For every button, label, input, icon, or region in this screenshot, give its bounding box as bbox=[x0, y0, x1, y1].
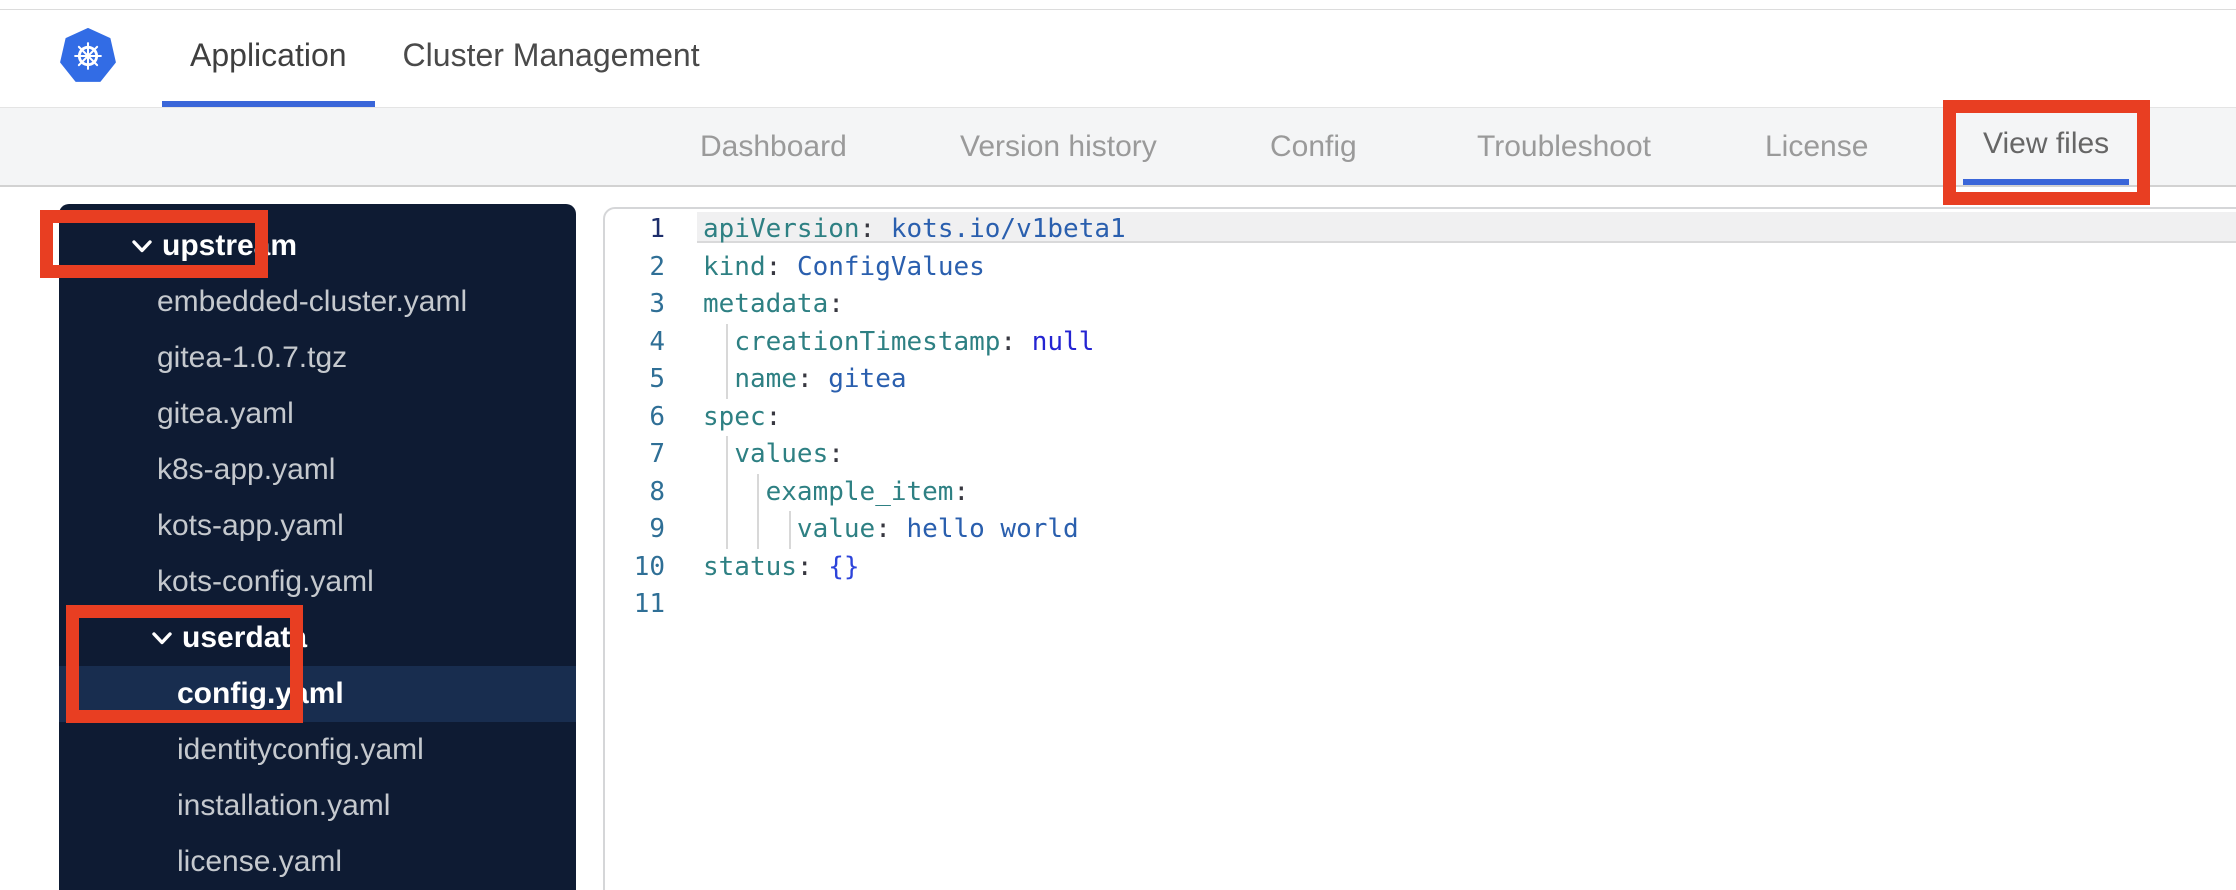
token-colon: : bbox=[828, 289, 844, 319]
line-number: 10 bbox=[633, 551, 665, 582]
tree-file-installation-yaml[interactable]: installation.yaml bbox=[59, 778, 576, 834]
token-ws bbox=[703, 514, 797, 544]
token-colon: : bbox=[1000, 326, 1032, 357]
token-colon: : bbox=[828, 439, 844, 469]
tree-item-label: userdata bbox=[182, 621, 308, 654]
token-value: hello world bbox=[906, 514, 1079, 544]
file-tree: upstream embedded-cluster.yaml gitea-1.0.7… bbox=[59, 204, 576, 890]
token-key: apiVersion bbox=[703, 214, 860, 244]
app-subnav: Dashboard Version history Config Troublesho… bbox=[0, 107, 2236, 187]
token-colon: : bbox=[765, 401, 782, 432]
token-keyword: null bbox=[1031, 326, 1095, 357]
tree-item-label: kots-app.yaml bbox=[157, 509, 344, 542]
tree-item-label: installation.yaml bbox=[177, 789, 391, 822]
line-number: 6 bbox=[649, 401, 665, 432]
tree-file-gitea-yaml[interactable]: gitea.yaml bbox=[59, 386, 576, 442]
subnav-tab-config[interactable]: Config bbox=[1270, 108, 1357, 185]
code-line-2: kind: ConfigValues bbox=[703, 249, 2236, 287]
line-number: 4 bbox=[649, 326, 665, 357]
token-key: values bbox=[734, 439, 829, 469]
tree-item-label: k8s-app.yaml bbox=[157, 453, 336, 486]
tree-item-label: license.yaml bbox=[177, 845, 343, 878]
token-key: metadata bbox=[703, 289, 829, 319]
token-colon: : bbox=[765, 251, 797, 282]
tree-file-config-yaml[interactable]: config.yaml bbox=[59, 666, 576, 722]
code-line-6: spec: bbox=[703, 399, 2236, 437]
line-number: 5 bbox=[649, 364, 665, 394]
code-line-5: name: gitea bbox=[703, 361, 2236, 399]
tree-file-identityconfig-yaml[interactable]: identityconfig.yaml bbox=[59, 722, 576, 778]
token-key: creationTimestamp bbox=[734, 326, 1001, 357]
tree-item-label: config.yaml bbox=[177, 677, 344, 710]
code-line-10: status: {} bbox=[703, 549, 2236, 587]
tree-file-kots-app-yaml[interactable]: kots-app.yaml bbox=[59, 498, 576, 554]
token-key: status bbox=[703, 551, 797, 582]
token-key: kind bbox=[703, 251, 766, 282]
tree-item-label: kots-config.yaml bbox=[157, 565, 374, 598]
code-line-8: example_item: bbox=[703, 473, 2236, 511]
code-editor: 1 2 3 4 5 6 7 8 9 10 11 apiVersion: kots.io/v1beta… bbox=[603, 207, 2236, 890]
subnav-tab-version-history[interactable]: Version history bbox=[960, 108, 1157, 185]
editor-code-area[interactable]: apiVersion: kots.io/v1beta1 kind: ConfigV… bbox=[693, 209, 2236, 890]
subnav-tab-troubleshoot[interactable]: Troubleshoot bbox=[1477, 108, 1651, 185]
subnav-tab-view-files[interactable]: View files bbox=[1963, 108, 2130, 185]
token-key: value bbox=[796, 514, 876, 544]
token-colon: : bbox=[796, 551, 829, 582]
token-key: example_item bbox=[765, 476, 954, 507]
kubernetes-logo-icon bbox=[60, 28, 116, 84]
line-number: 8 bbox=[649, 476, 665, 507]
tree-file-gitea-1-0-7-tgz[interactable]: gitea-1.0.7.tgz bbox=[59, 330, 576, 386]
token-value: ConfigValues bbox=[796, 251, 985, 282]
token-value: kots.io/v1beta1 bbox=[890, 214, 1126, 244]
header-tab-application[interactable]: Application bbox=[162, 10, 375, 107]
code-line-3: metadata: bbox=[703, 286, 2236, 324]
line-number: 11 bbox=[633, 589, 665, 619]
tree-item-label: gitea-1.0.7.tgz bbox=[157, 341, 348, 374]
chevron-down-icon bbox=[151, 631, 173, 646]
subnav-tab-license[interactable]: License bbox=[1765, 108, 1868, 185]
line-number: 7 bbox=[649, 439, 665, 469]
token-value: gitea bbox=[828, 364, 907, 394]
line-number: 1 bbox=[649, 214, 665, 244]
tree-file-kots-config-yaml[interactable]: kots-config.yaml bbox=[59, 554, 576, 610]
tree-folder-userdata[interactable]: userdata bbox=[59, 610, 576, 666]
token-key: name bbox=[734, 364, 797, 394]
tree-file-embedded-cluster-yaml[interactable]: embedded-cluster.yaml bbox=[59, 274, 576, 330]
token-colon: : bbox=[953, 476, 970, 507]
token-ws bbox=[703, 364, 734, 394]
token-ws bbox=[703, 477, 766, 507]
tree-item-label: gitea.yaml bbox=[157, 397, 294, 430]
token-colon: : bbox=[859, 214, 891, 244]
header-tabs: Application Cluster Management bbox=[162, 10, 728, 107]
tree-item-label: identityconfig.yaml bbox=[177, 733, 424, 766]
tree-item-label: embedded-cluster.yaml bbox=[157, 285, 468, 318]
chevron-down-icon bbox=[131, 239, 153, 254]
code-line-7: values: bbox=[703, 436, 2236, 474]
line-number: 9 bbox=[649, 514, 665, 544]
token-ws bbox=[703, 327, 734, 357]
token-colon: : bbox=[796, 364, 829, 394]
code-line-1: apiVersion: kots.io/v1beta1 bbox=[697, 211, 2236, 249]
token-ws bbox=[703, 439, 734, 469]
line-number: 3 bbox=[649, 289, 665, 319]
kots-admin-console: Application Cluster Management Dashboard V… bbox=[0, 0, 2236, 890]
code-line-9: value: hello world bbox=[703, 511, 2236, 549]
token-colon: : bbox=[875, 514, 907, 544]
header-tab-cluster-management[interactable]: Cluster Management bbox=[375, 10, 728, 107]
token-key: spec bbox=[703, 401, 766, 432]
tree-item-label: upstream bbox=[162, 229, 298, 262]
code-line-4: creationTimestamp: null bbox=[703, 323, 2236, 361]
token-bracket: {} bbox=[828, 551, 860, 582]
app-header: Application Cluster Management bbox=[0, 10, 2236, 107]
tree-file-k8s-app-yaml[interactable]: k8s-app.yaml bbox=[59, 442, 576, 498]
line-number: 2 bbox=[649, 251, 665, 282]
subnav-tab-dashboard[interactable]: Dashboard bbox=[700, 108, 847, 185]
tree-folder-upstream[interactable]: upstream bbox=[59, 218, 576, 274]
editor-gutter: 1 2 3 4 5 6 7 8 9 10 11 bbox=[605, 209, 693, 890]
tree-file-license-yaml[interactable]: license.yaml bbox=[59, 834, 576, 890]
